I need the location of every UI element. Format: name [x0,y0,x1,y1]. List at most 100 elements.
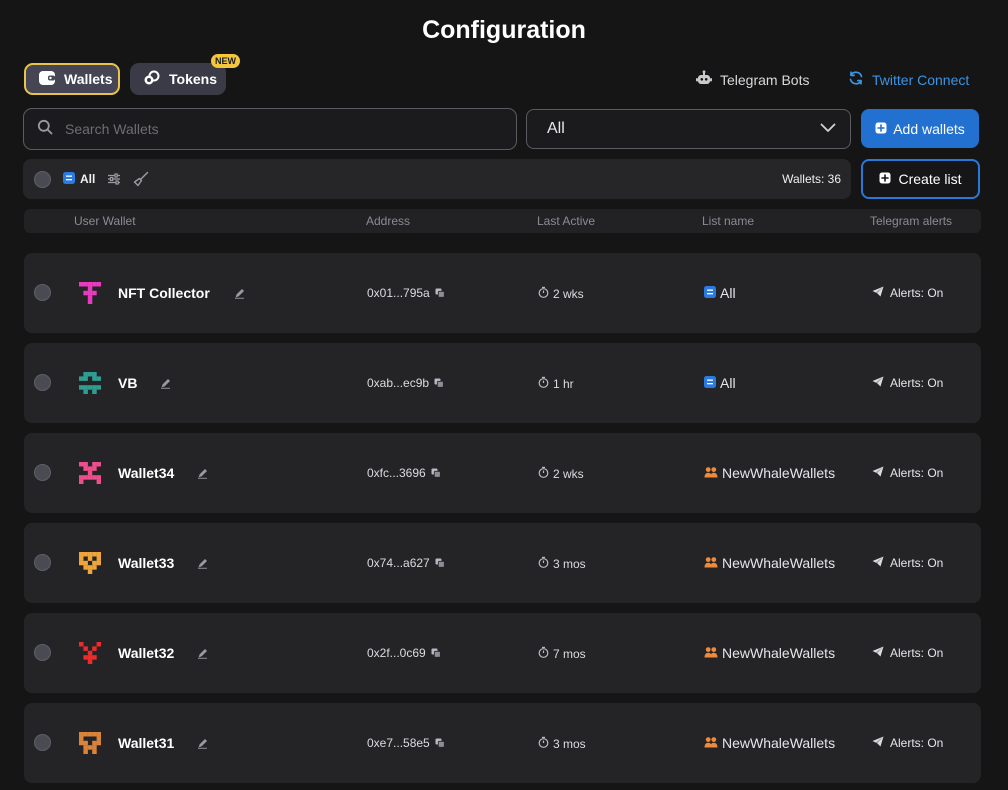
wallet-avatar [79,462,101,484]
table-row: VB 0xab...ec9b 1 hr All Alerts: On [24,343,981,423]
edit-name-icon[interactable] [160,377,171,392]
last-active-text: 2 wks [553,286,584,301]
wallet-address: 0x2f...0c69 [367,646,441,660]
list-name[interactable]: NewWhaleWallets [704,555,835,571]
tab-tokens[interactable]: Tokens NEW [130,54,240,95]
list-name[interactable]: NewWhaleWallets [704,465,835,481]
row-select-radio[interactable] [34,734,51,751]
wallet-count: Wallets: 36 [782,172,841,186]
stopwatch-icon [538,286,549,301]
table-header: User Wallet Address Last Active List nam… [24,209,981,233]
telegram-alert-toggle[interactable]: Alerts: On [872,376,943,390]
table-row: Wallet33 0x74...a627 3 mos NewWhaleWallets A… [24,523,981,603]
wallet-address: 0x74...a627 [367,556,445,570]
wallet-name: Wallet33 [118,555,175,571]
column-header-last-active: Last Active [537,214,596,228]
list-name[interactable]: All [704,285,736,301]
people-icon [704,465,718,481]
create-list-button[interactable]: Create list [861,159,980,199]
list-icon [704,285,716,301]
new-badge: NEW [211,54,240,68]
wallet-address-text: 0x74...a627 [367,556,430,570]
row-select-radio[interactable] [34,374,51,391]
copy-icon[interactable] [434,378,444,388]
copy-icon[interactable] [435,558,445,568]
list-filter-select[interactable]: All [526,109,851,149]
list-name[interactable]: All [704,375,736,391]
row-select-radio[interactable] [34,554,51,571]
last-active: 3 mos [538,736,586,751]
list-name-text: NewWhaleWallets [722,555,836,571]
search-box [23,108,517,150]
copy-icon[interactable] [431,468,441,478]
telegram-alert-toggle[interactable]: Alerts: On [872,556,943,570]
telegram-alert-toggle[interactable]: Alerts: On [872,736,943,750]
last-active: 7 mos [538,646,586,661]
copy-icon[interactable] [435,288,445,298]
stopwatch-icon [538,376,549,391]
edit-name-icon[interactable] [197,467,208,482]
edit-name-icon[interactable] [197,557,208,572]
search-input[interactable] [65,121,485,137]
stopwatch-icon [538,556,549,571]
last-active-text: 3 mos [553,556,586,571]
copy-icon[interactable] [431,648,441,658]
row-select-radio[interactable] [34,464,51,481]
last-active-text: 1 hr [553,376,574,391]
list-chip-label: All [80,172,96,186]
row-select-radio[interactable] [34,644,51,661]
column-header-list-name: List name [702,214,755,228]
wallet-address-text: 0x2f...0c69 [367,646,426,660]
wallet-avatar [79,372,101,394]
list-chip-all[interactable]: All [63,171,96,187]
telegram-alert-toggle[interactable]: Alerts: On [872,646,943,660]
list-name[interactable]: NewWhaleWallets [704,735,835,751]
telegram-alert-toggle[interactable]: Alerts: On [872,466,943,480]
table-row: Wallet31 0xe7...58e5 3 mos NewWhaleWallets A… [24,703,981,783]
list-name-text: NewWhaleWallets [722,645,836,661]
tab-tokens-label: Tokens [169,71,217,87]
wallet-address: 0xfc...3696 [367,466,441,480]
last-active-text: 7 mos [553,646,586,661]
wallet-address: 0xab...ec9b [367,376,444,390]
last-active-text: 3 mos [553,736,586,751]
telegram-alert-toggle[interactable]: Alerts: On [872,286,943,300]
paper-plane-icon [872,466,884,480]
broom-icon[interactable] [133,171,149,187]
telegram-alert-status: Alerts: On [890,376,944,390]
select-all-radio[interactable] [34,170,51,188]
tab-wallets[interactable]: Wallets [24,63,120,95]
telegram-bots-link[interactable]: Telegram Bots [696,70,809,89]
robot-icon [696,70,712,89]
wallet-name: VB [118,375,138,391]
wallet-address: 0x01...795a [367,286,445,300]
last-active-text: 2 wks [553,466,584,481]
paper-plane-icon [872,646,884,660]
search-icon [37,119,53,140]
list-name[interactable]: NewWhaleWallets [704,645,835,661]
wallet-address-text: 0x01...795a [367,286,430,300]
copy-icon[interactable] [435,738,445,748]
sliders-icon[interactable] [107,173,121,185]
wallet-avatar [79,642,101,664]
wallet-address-text: 0xfc...3696 [367,466,426,480]
edit-name-icon[interactable] [197,737,208,752]
twitter-connect-link[interactable]: Twitter Connect [848,70,969,89]
row-select-radio[interactable] [34,284,51,301]
wallet-avatar [79,552,101,574]
wallet-address-text: 0xab...ec9b [367,376,430,390]
plus-square-icon [875,121,887,137]
paper-plane-icon [872,736,884,750]
stopwatch-icon [538,646,549,661]
wallet-name: NFT Collector [118,285,210,301]
people-icon [704,555,718,571]
page-title: Configuration [422,16,586,44]
wallet-name: Wallet32 [118,645,175,661]
telegram-alert-status: Alerts: On [890,286,944,300]
column-header-telegram-alerts: Telegram alerts [870,214,953,228]
list-filter-value: All [547,120,565,137]
edit-name-icon[interactable] [234,287,245,302]
tab-wallets-label: Wallets [64,71,113,87]
edit-name-icon[interactable] [197,647,208,662]
add-wallets-button[interactable]: Add wallets [861,109,979,148]
